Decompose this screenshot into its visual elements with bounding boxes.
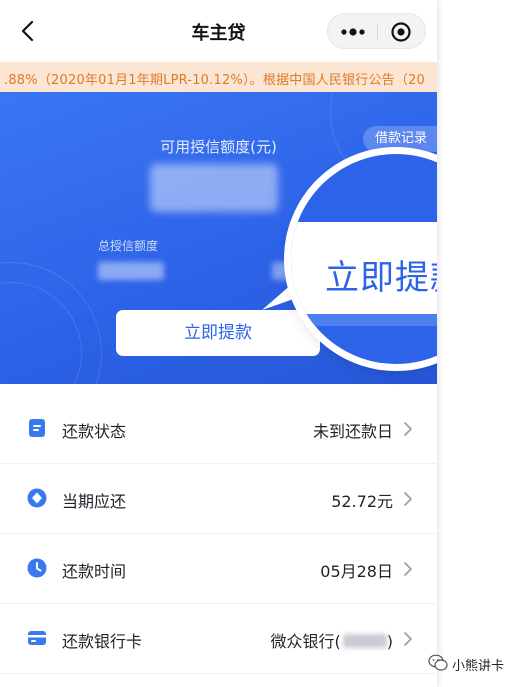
- list-item-repayment-time[interactable]: 还款时间 05月28日: [0, 534, 437, 604]
- list-item-label: 还款时间: [62, 562, 127, 581]
- available-credit-label: 可用授信额度(元): [160, 138, 277, 156]
- list-item-repayment-card[interactable]: 还款银行卡 微众银行(): [0, 604, 437, 674]
- magnified-withdraw-text: 立即提款: [325, 258, 437, 298]
- wechat-icon: [428, 654, 448, 671]
- bank-card-icon: [28, 631, 46, 645]
- capsule-divider: [377, 23, 378, 41]
- chevron-right-icon: [404, 422, 412, 436]
- watermark-text: 小熊讲卡: [452, 659, 505, 674]
- card-number-blurred: [342, 634, 387, 648]
- list-item-current-due[interactable]: 当期应还 52.72元: [0, 464, 437, 534]
- withdraw-now-button[interactable]: 立即提款: [116, 310, 320, 356]
- repayment-info-list: 还款状态 未到还款日 当期应还 52.72元 还款时间 05月28日 还款银行卡…: [0, 394, 437, 674]
- notice-text: .88%（2020年01月1年期LPR-10.12%）。根据中国人民银行公告（2…: [4, 73, 426, 88]
- chevron-right-icon: [404, 492, 412, 506]
- clock-icon: [27, 558, 47, 578]
- bank-card-value-suffix: ): [386, 632, 393, 651]
- notice-bar: .88%（2020年01月1年期LPR-10.12%）。根据中国人民银行公告（2…: [0, 62, 437, 92]
- list-item-value: 未到还款日: [312, 422, 393, 441]
- list-item-value: 52.72元: [331, 492, 393, 511]
- diamond-badge-icon: [27, 488, 47, 508]
- list-item-repayment-status[interactable]: 还款状态 未到还款日: [0, 394, 437, 464]
- bank-name-text: 微众银行(: [270, 632, 341, 651]
- more-dots-icon[interactable]: [338, 22, 368, 42]
- navigation-bar: 车主贷: [0, 0, 437, 62]
- list-item-value: 05月28日: [320, 562, 393, 581]
- list-item-label: 还款银行卡: [62, 632, 143, 651]
- available-credit-amount-blurred: [150, 164, 278, 212]
- phone-screen: 车主贷 .88%（2020年01月1年期LPR-10.12%）。根据中国人民银行…: [0, 0, 437, 687]
- mini-program-capsule: [327, 13, 426, 49]
- list-item-label: 还款状态: [62, 422, 127, 441]
- chevron-right-icon: [404, 632, 412, 646]
- magnified-card-strip: [291, 314, 437, 326]
- list-item-label: 当期应还: [62, 492, 127, 511]
- close-mini-program-icon[interactable]: [390, 21, 412, 43]
- document-icon: [29, 419, 45, 437]
- total-credit-amount-blurred: [98, 262, 164, 280]
- total-credit-label: 总授信额度: [98, 239, 159, 253]
- bank-card-value: 微众银行(): [271, 628, 394, 652]
- chevron-right-icon: [404, 562, 412, 576]
